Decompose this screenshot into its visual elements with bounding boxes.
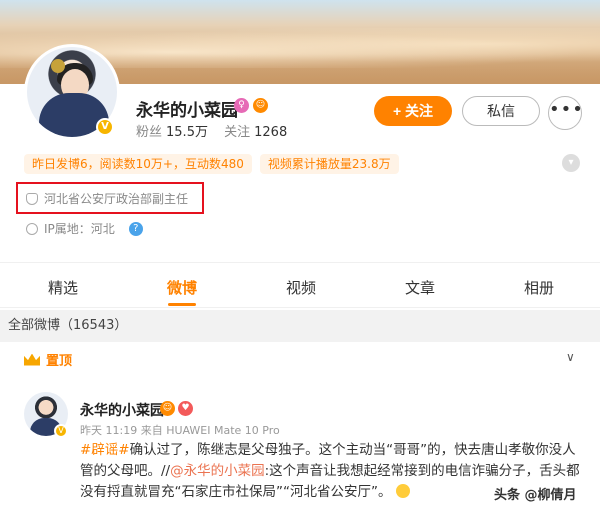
tab-weibo[interactable]: 微博 (167, 277, 197, 298)
video-plays-pill: 视频累计播放量23.8万 (259, 154, 399, 174)
post-mention[interactable]: @永华的小菜园 (170, 463, 265, 479)
fans-count[interactable]: 15.5万 (166, 125, 208, 140)
fans-label: 粉丝 (136, 125, 163, 140)
emoji-badge-icon: ☺ (253, 98, 268, 113)
pinned-label: 置顶 (46, 354, 73, 369)
post-meta: 昨天 11:19 来自 HUAWEI Mate 10 Pro (80, 424, 280, 437)
daily-stats-pill: 昨日发博6，阅读数10万+，互动数480 (24, 154, 252, 174)
verified-v-icon: V (54, 424, 68, 438)
ip-location-row: IP属地：河北 ? (26, 220, 143, 237)
follow-button[interactable]: + 关注 (374, 96, 452, 126)
shield-icon (26, 192, 38, 205)
name-badges: ♀ ☺ (234, 98, 268, 113)
post-hashtag[interactable]: #辟谣# (80, 442, 130, 458)
active-tab-indicator (168, 303, 196, 306)
post-author-name[interactable]: 永华的小菜园 (80, 400, 164, 420)
tab-albums[interactable]: 相册 (524, 277, 554, 298)
message-button[interactable]: 私信 (462, 96, 540, 126)
verified-title-row: 河北省公安厅政治部副主任 (26, 190, 188, 207)
fan-badge-icon: ♥ (178, 401, 193, 416)
pinned-header: 置顶 (24, 350, 72, 369)
verified-v-icon: V (96, 118, 114, 136)
following-count[interactable]: 1268 (254, 125, 287, 140)
ip-location-text: IP属地：河北 (44, 222, 115, 236)
tab-featured[interactable]: 精选 (48, 277, 78, 298)
post-menu-chevron-icon[interactable]: ∨ (566, 350, 575, 364)
emoji-badge-icon: ☺ (160, 401, 175, 416)
svip-icon: ♀ (234, 98, 249, 113)
verified-title: 河北省公安厅政治部副主任 (44, 192, 189, 206)
chevron-down-icon[interactable]: ▾ (562, 154, 580, 172)
profile-tabs: 精选 微博 视频 文章 相册 (0, 262, 600, 308)
help-icon[interactable]: ? (128, 221, 143, 236)
crown-icon (24, 353, 40, 366)
stat-pills: 昨日发博6，阅读数10万+，互动数480 视频累计播放量23.8万 (24, 154, 399, 174)
more-options-button[interactable]: ••• (548, 96, 583, 130)
profile-name: 永华的小菜园 (136, 101, 238, 121)
all-weibo-count[interactable]: 全部微博（16543） (0, 310, 600, 342)
following-label: 关注 (224, 125, 251, 140)
source-watermark: 头条 @柳倩月 (494, 488, 577, 503)
profile-stats: 粉丝 15.5万 关注 1268 (136, 121, 299, 140)
emoji-icon (395, 484, 410, 498)
weibo-profile-page: V 永华的小菜园 ♀ ☺ 粉丝 15.5万 关注 1268 + 关注 私信 ••• … (0, 0, 600, 514)
location-icon (26, 222, 38, 235)
tab-video[interactable]: 视频 (286, 277, 316, 298)
tab-articles[interactable]: 文章 (405, 277, 435, 298)
police-emblem-icon (51, 59, 65, 73)
post-author-badges: ☺ ♥ (160, 401, 193, 416)
